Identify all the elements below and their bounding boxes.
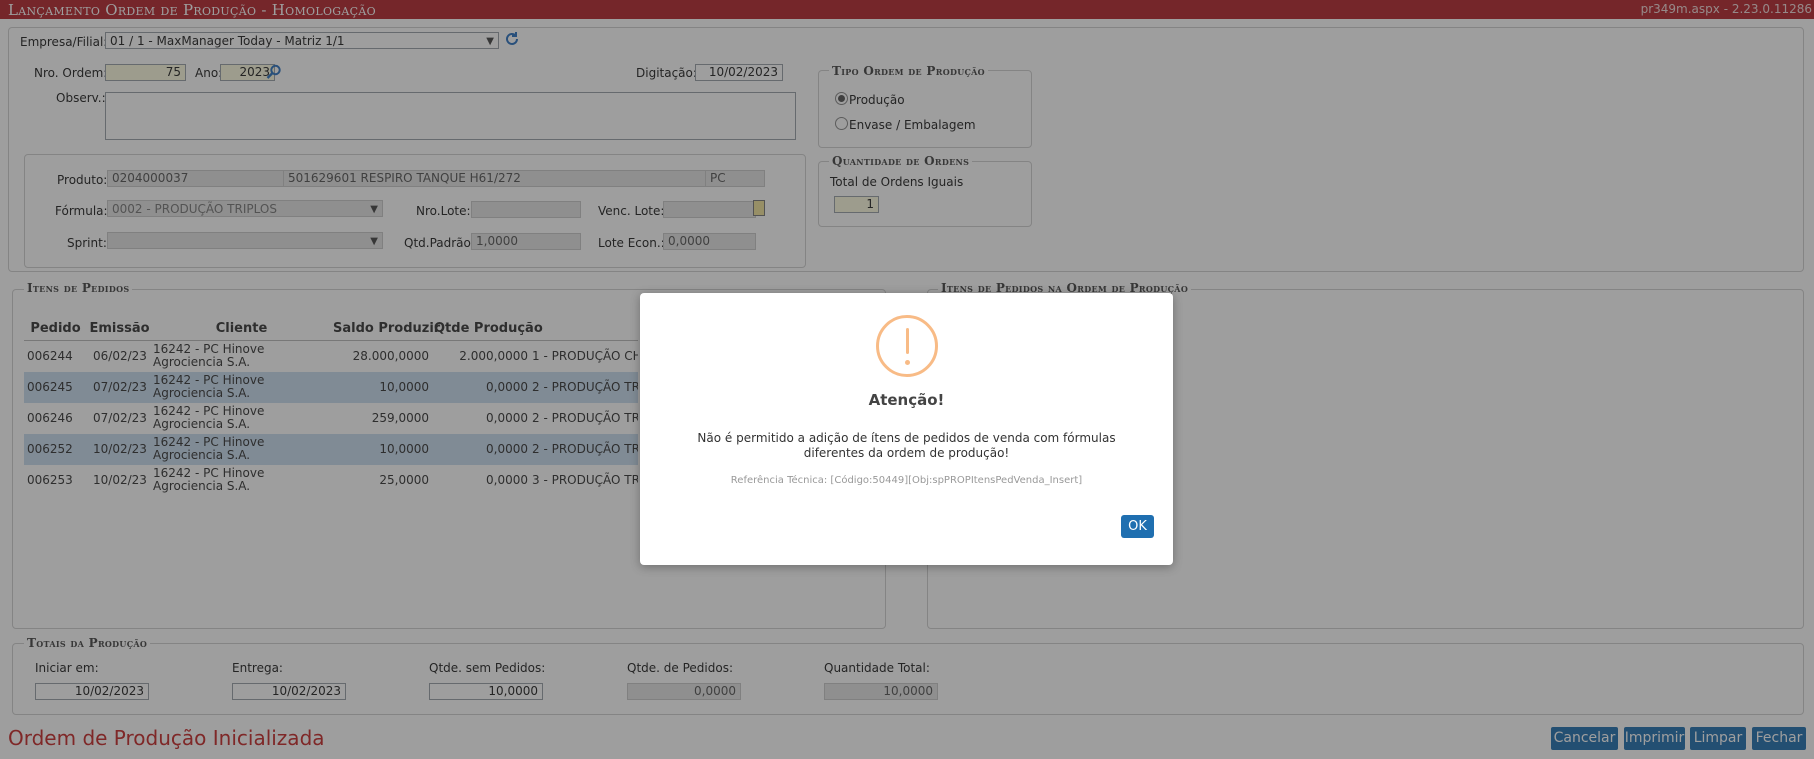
alert-message: Não é permitido a adição de ítens de ped… [697, 431, 1116, 460]
ok-button[interactable]: OK [1121, 515, 1154, 538]
alert-title: Atenção! [868, 391, 945, 409]
alert-dialog: Atenção! Não é permitido a adição de íte… [640, 293, 1173, 565]
alert-reference: Referência Técnica: [Código:50449][Obj:s… [730, 475, 1083, 486]
warning-icon [876, 315, 938, 377]
